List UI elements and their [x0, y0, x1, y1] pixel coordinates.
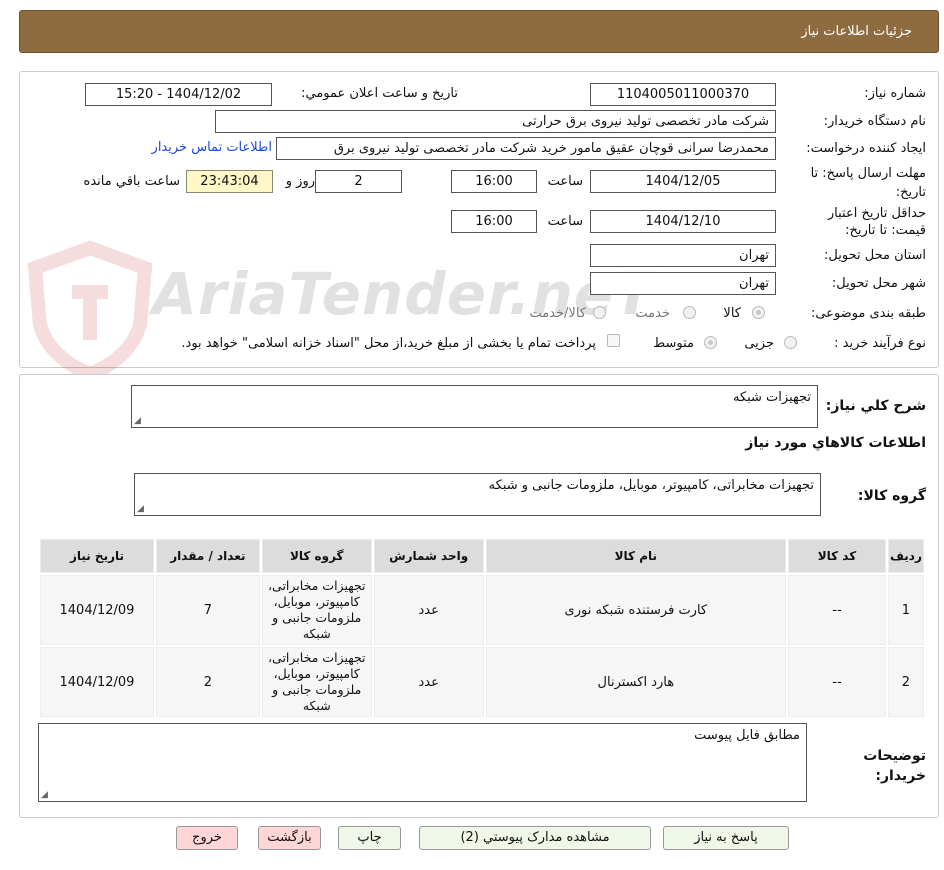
items-table: ردیف کد کالا نام کالا واحد شمارش گروه کا…: [38, 537, 926, 719]
buyer-notes-label-line2: خریدار:: [875, 768, 926, 784]
announce-date-label: تاریخ و ساعت اعلان عمومي:: [301, 86, 458, 101]
resize-grip-icon: ◢: [41, 790, 48, 800]
cell-group-line: کامپیوتر، موبایل،: [273, 594, 360, 609]
page-title: جزئیات اطلاعات نیاز: [801, 24, 912, 39]
process-option-minor: جزیی: [744, 336, 774, 351]
category-radio-goods[interactable]: [752, 306, 765, 319]
process-option-medium: متوسط: [653, 336, 694, 351]
exit-button[interactable]: خروج: [176, 826, 238, 850]
validity-time-label: ساعت: [547, 214, 583, 229]
creator-field: محمدرضا سرانی قوچان عقیق مامور خرید شرکت…: [276, 137, 776, 160]
buyer-org-label: نام دستگاه خریدار:: [823, 114, 926, 129]
table-header-row: ردیف کد کالا نام کالا واحد شمارش گروه کا…: [40, 539, 924, 573]
summary-text: تجهیزات شبکه: [732, 390, 811, 405]
cell-group-line: ملزومات جانبی و: [272, 682, 362, 697]
remaining-days-field: 2: [315, 170, 402, 193]
announce-date-field: 1404/12/02 - 15:20: [85, 83, 272, 106]
items-section-title: اطلاعات کالاهاي مورد نیاز: [745, 435, 926, 451]
category-label: طبقه بندی موضوعی:: [810, 306, 926, 321]
process-radio-minor[interactable]: [784, 336, 797, 349]
treasury-payment-checkbox[interactable]: [607, 334, 620, 347]
reply-button[interactable]: پاسخ به نیاز: [663, 826, 789, 850]
cell-row: 2: [887, 647, 924, 717]
col-header-code: کد کالا: [788, 539, 886, 573]
resize-grip-icon: ◢: [137, 504, 144, 514]
city-field: تهران: [590, 272, 776, 295]
col-header-date: تاریخ نیاز: [40, 539, 154, 573]
goods-group-field: تجهیزات مخابراتی، کامپیوتر، موبایل، ملزو…: [134, 473, 821, 516]
summary-label: شرح کلي نیاز:: [825, 398, 926, 414]
validity-time-field: 16:00: [451, 210, 537, 233]
items-table-wrap: ردیف کد کالا نام کالا واحد شمارش گروه کا…: [38, 537, 926, 719]
table-row: 1 -- کارت فرستنده شبکه نوری عدد تجهیزات …: [40, 575, 924, 645]
cell-date: 1404/12/09: [40, 647, 154, 717]
need-number-label: شماره نیاز:: [864, 86, 926, 101]
cell-group-line: ملزومات جانبی و: [272, 610, 362, 625]
category-option-goods-service: کالا/خدمت: [529, 306, 586, 321]
summary-field: تجهیزات شبکه ◢: [131, 385, 818, 428]
back-button[interactable]: بازگشت: [258, 826, 321, 850]
remaining-label: ساعت باقي مانده: [83, 174, 180, 189]
col-header-group: گروه کالا: [261, 539, 372, 573]
cell-row: 1: [887, 575, 924, 645]
goods-group-text: تجهیزات مخابراتی، کامپیوتر، موبایل، ملزو…: [488, 478, 814, 493]
days-label: روز و: [285, 174, 315, 189]
process-radio-medium[interactable]: [704, 336, 717, 349]
category-option-service: خدمت: [635, 306, 670, 321]
city-label: شهر محل تحویل:: [831, 276, 926, 291]
treasury-payment-note: پرداخت تمام یا بخشی از مبلغ خرید،از محل …: [181, 336, 596, 351]
cell-group-line: شبکه: [302, 698, 331, 713]
buyer-notes-text: مطابق فایل پیوست: [694, 728, 800, 743]
cell-group-line: تجهیزات مخابراتی،: [267, 650, 366, 665]
goods-group-label: گروه کالا:: [857, 488, 926, 504]
buyer-org-field: شرکت مادر تخصصی تولید نیروی برق حرارتی: [215, 110, 776, 133]
cell-code: --: [788, 575, 886, 645]
cell-group-line: تجهیزات مخابراتی،: [267, 578, 366, 593]
cell-date: 1404/12/09: [40, 575, 154, 645]
validity-label: حداقل تاریخ اعتبار قیمت: تا تاریخ:: [827, 206, 926, 238]
table-row: 2 -- هارد اکسترنال عدد تجهیزات مخابراتی،…: [40, 647, 924, 717]
deadline-date-field: 1404/12/05: [590, 170, 776, 193]
deadline-label: مهلت ارسال پاسخ: تا تاریخ:: [810, 166, 926, 200]
col-header-name: نام کالا: [485, 539, 787, 573]
need-number-field: 1104005011000370: [590, 83, 776, 106]
page-header: جزئیات اطلاعات نیاز: [19, 10, 939, 53]
province-label: استان محل تحویل:: [824, 248, 926, 263]
cell-unit: عدد: [373, 575, 484, 645]
deadline-time-label: ساعت: [547, 174, 583, 189]
remaining-time-field: 23:43:04: [186, 170, 273, 193]
creator-label: ایجاد کننده درخواست:: [806, 141, 926, 156]
view-attachments-button[interactable]: مشاهده مدارک پیوستي (2): [419, 826, 651, 850]
buyer-notes-label: توضیحات خریدار:: [863, 746, 926, 786]
cell-name: هارد اکسترنال: [485, 647, 787, 717]
process-label: نوع فرآیند خرید :: [834, 336, 926, 351]
province-field: تهران: [590, 244, 776, 267]
category-radio-service[interactable]: [683, 306, 696, 319]
deadline-time-field: 16:00: [451, 170, 537, 193]
cell-qty: 7: [155, 575, 260, 645]
buyer-notes-field: مطابق فایل پیوست ◢: [38, 723, 807, 802]
category-option-goods: کالا: [723, 306, 741, 321]
col-header-qty: تعداد / مقدار: [155, 539, 260, 573]
print-button[interactable]: چاپ: [338, 826, 401, 850]
cell-group-line: کامپیوتر، موبایل،: [273, 666, 360, 681]
cell-group-line: شبکه: [302, 626, 331, 641]
col-header-unit: واحد شمارش: [373, 539, 484, 573]
col-header-row: ردیف: [887, 539, 924, 573]
validity-date-field: 1404/12/10: [590, 210, 776, 233]
cell-qty: 2: [155, 647, 260, 717]
cell-group: تجهیزات مخابراتی، کامپیوتر، موبایل، ملزو…: [261, 575, 372, 645]
cell-group: تجهیزات مخابراتی، کامپیوتر، موبایل، ملزو…: [261, 647, 372, 717]
category-radio-goods-service[interactable]: [593, 306, 606, 319]
cell-code: --: [788, 647, 886, 717]
cell-name: کارت فرستنده شبکه نوری: [485, 575, 787, 645]
buyer-contact-link[interactable]: اطلاعات تماس خریدار: [152, 140, 272, 155]
buyer-notes-label-line1: توضیحات: [863, 748, 926, 764]
resize-grip-icon: ◢: [134, 416, 141, 426]
cell-unit: عدد: [373, 647, 484, 717]
